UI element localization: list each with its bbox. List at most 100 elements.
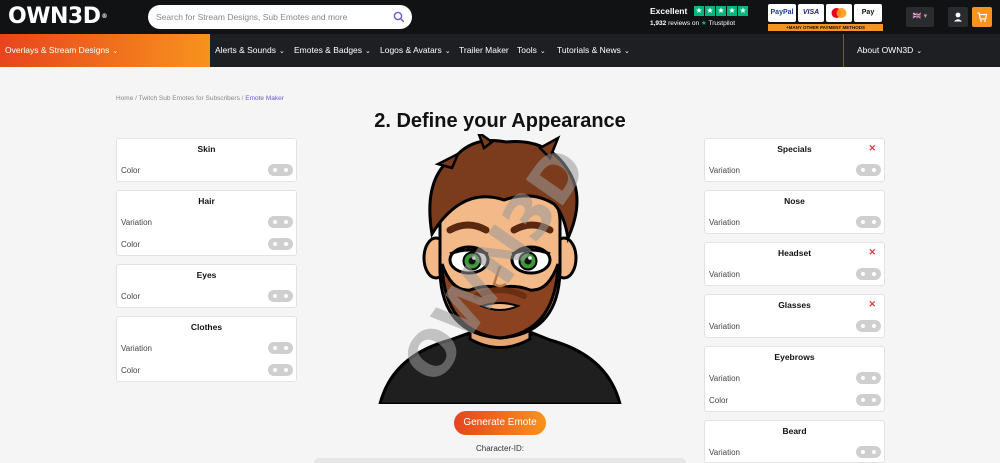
payment-methods: PayPal VISA Pay +MANY OTHER PAYMENT METH… [768,4,883,31]
option-label: Variation [709,218,740,227]
remove-icon[interactable]: ✕ [868,247,876,258]
breadcrumb-home[interactable]: Home [116,95,133,102]
nav-item-alerts[interactable]: Alerts & Sounds ⌄ [215,34,285,67]
top-bar: OWN3D® Excellent ★ ★ ★ ★ ★ 1,932 reviews… [0,0,1000,34]
chevron-down-icon: ⌄ [623,48,630,55]
chevron-down-icon: ⌄ [916,48,923,55]
generate-emote-button[interactable]: Generate Emote [454,411,546,435]
option-label: Color [121,166,141,175]
eyes-color-selector[interactable] [268,290,293,302]
option-label: Color [709,396,729,405]
skin-color-selector[interactable] [268,164,293,176]
nav-item-tools[interactable]: Tools ⌄ [517,34,546,67]
panel-title: Headset [777,248,812,258]
hair-variation-selector[interactable] [268,216,293,228]
option-row: Variation [709,216,881,230]
panel-specials: Specials ✕ Variation [704,138,885,182]
chevron-down-icon: ⌄ [365,48,371,55]
clothes-variation-selector[interactable] [268,342,293,354]
remove-icon[interactable]: ✕ [868,299,876,310]
visa-logo: VISA [798,4,824,22]
chevron-down-icon: ⌄ [539,48,546,55]
eyebrows-color-selector[interactable] [856,394,881,406]
star-icon: ★ [716,6,726,16]
option-row: Color [121,290,293,304]
chevron-down-icon: ▾ [923,13,928,20]
eyebrows-variation-selector[interactable] [856,372,881,384]
option-label: Variation [709,166,740,175]
mastercard-logo [826,4,852,22]
star-icon: ★ [705,6,715,16]
option-row: Variation [121,216,293,230]
option-label: Variation [121,218,152,227]
panel-title: Nose [784,196,805,206]
breadcrumb-section[interactable]: Twitch Sub Emotes for Subscribers [139,95,240,102]
option-row: Variation [709,372,881,386]
option-label: Color [121,240,141,249]
own3d-logo[interactable]: OWN3D® [8,4,107,30]
breadcrumb: Home / Twitch Sub Emotes for Subscribers… [116,95,284,102]
glasses-variation-selector[interactable] [856,320,881,332]
option-row: Variation [121,342,293,356]
search-icon[interactable] [392,10,406,24]
paypal-logo: PayPal [768,4,796,22]
option-row: Variation [709,268,881,282]
search-input[interactable] [156,9,388,25]
avatar-preview: OWN3D [378,134,622,404]
panel-title: Hair [198,196,215,206]
panel-nose: Nose Variation [704,190,885,234]
trustpilot-star-icon: ★ [700,20,707,27]
character-id-field[interactable] [314,458,686,463]
trustpilot-stars: ★ ★ ★ ★ ★ [694,6,748,16]
option-label: Variation [121,344,152,353]
user-icon [954,12,962,22]
nav-item-logos[interactable]: Logos & Avatars ⌄ [380,34,451,67]
panel-eyes: Eyes Color [116,264,297,308]
search-bar [148,5,412,29]
headset-variation-selector[interactable] [856,268,881,280]
option-label: Variation [709,448,740,457]
option-row: Color [709,394,881,408]
nav-item-trailer-maker[interactable]: Trailer Maker [459,34,509,67]
nose-variation-selector[interactable] [856,216,881,228]
remove-icon[interactable]: ✕ [868,143,876,154]
nav-item-tutorials[interactable]: Tutorials & News ⌄ [557,34,630,67]
panel-beard: Beard Variation [704,420,885,463]
option-label: Variation [709,270,740,279]
beard-variation-selector[interactable] [856,446,881,458]
hair-color-selector[interactable] [268,238,293,250]
star-icon: ★ [727,6,737,16]
panel-title: Specials [777,144,812,154]
panel-clothes: Clothes Variation Color [116,316,297,382]
panel-title: Glasses [778,300,811,310]
nav-item-about[interactable]: About OWN3D ⌄ [857,34,922,67]
chevron-down-icon: ⌄ [112,48,119,55]
breadcrumb-current: Emote Maker [245,95,284,102]
account-button[interactable] [948,7,968,27]
character-id-label: Character-ID: [475,444,524,453]
nav-item-overlays[interactable]: Overlays & Stream Designs ⌄ [0,34,210,67]
nav-item-emotes[interactable]: Emotes & Badges ⌄ [294,34,371,67]
payment-note: +MANY OTHER PAYMENT METHODS [768,24,883,31]
option-row: Color [121,164,293,178]
page-title: 2. Define your Appearance [374,110,626,132]
applepay-logo: Pay [854,4,882,22]
panel-title: Eyes [196,270,217,280]
option-row: Variation [709,164,881,178]
clothes-color-selector[interactable] [268,364,293,376]
panel-glasses: Glasses ✕ Variation [704,294,885,338]
option-label: Variation [709,322,740,331]
cart-button[interactable] [972,7,992,27]
trustpilot-reviews: 1,932 reviews on ★ Trustpilot [650,20,736,27]
trustpilot-rating-label: Excellent [650,6,688,16]
star-icon: ★ [738,6,748,16]
panel-headset: Headset ✕ Variation [704,242,885,286]
flag-icon: 🇬🇧 [912,13,922,20]
language-switcher[interactable]: 🇬🇧 ▾ [906,7,934,27]
chevron-down-icon: ⌄ [278,48,285,55]
cart-icon [977,12,988,22]
main-nav: Overlays & Stream Designs ⌄ Alerts & Soun… [0,34,1000,67]
specials-variation-selector[interactable] [856,164,881,176]
chevron-down-icon: ⌄ [444,48,451,55]
panel-title: Skin [197,144,216,154]
